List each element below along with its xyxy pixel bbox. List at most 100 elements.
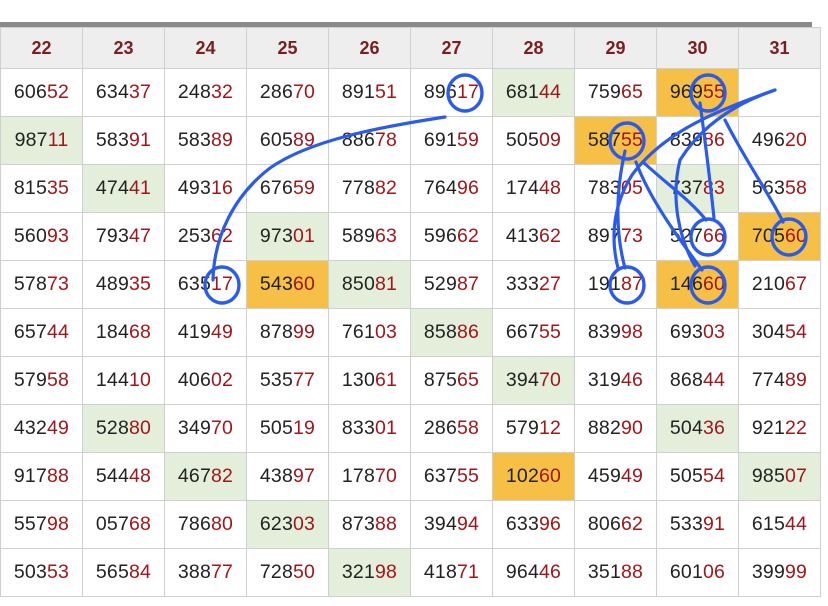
result-cell: 68144: [492, 68, 575, 117]
number-lead-digits: 304: [751, 321, 786, 343]
result-cell: 78305: [574, 164, 657, 213]
result-cell: 60106: [656, 548, 739, 597]
number-last-two-digits: 71: [457, 561, 480, 583]
number-lead-digits: 681: [505, 81, 540, 103]
number-lead-digits: 691: [423, 129, 458, 151]
number-lead-digits: 705: [751, 225, 786, 247]
number-last-two-digits: 98: [375, 561, 398, 583]
table-row: 65744 18468 41949 87899 76103 85886 66755 83998…: [0, 308, 821, 357]
number-lead-digits: 987: [14, 129, 48, 151]
result-cell: 54448: [82, 452, 165, 501]
number-last-two-digits: 47: [129, 225, 152, 247]
result-cell: 41871: [410, 548, 493, 597]
number-last-two-digits: 35: [129, 273, 152, 295]
number-last-two-digits: 12: [539, 417, 562, 439]
number-last-two-digits: 77: [211, 561, 234, 583]
number-lead-digits: 615: [751, 513, 786, 535]
number-last-two-digits: 81: [375, 273, 398, 295]
result-cell: 18468: [82, 308, 165, 357]
result-cell: 83986: [656, 116, 739, 165]
number-lead-digits: 833: [341, 417, 376, 439]
number-last-two-digits: 84: [129, 561, 152, 583]
result-cell: 87899: [246, 308, 329, 357]
number-last-two-digits: 90: [621, 417, 644, 439]
number-lead-digits: 174: [505, 177, 540, 199]
number-lead-digits: 527: [669, 225, 704, 247]
number-last-two-digits: 70: [375, 465, 398, 487]
number-last-two-digits: 48: [129, 465, 152, 487]
column-header-31: 31: [738, 27, 821, 69]
number-lead-digits: 635: [177, 273, 212, 295]
number-last-two-digits: 91: [703, 513, 726, 535]
number-lead-digits: 394: [423, 513, 458, 535]
number-last-two-digits: 94: [457, 513, 480, 535]
number-last-two-digits: 09: [539, 129, 562, 151]
number-lead-digits: 557: [13, 513, 48, 535]
result-cell: 85081: [328, 260, 411, 309]
table-row: 60652 63437 24832 28670 89151 89617 68144 75965…: [0, 68, 821, 117]
result-cell: 61544: [738, 500, 821, 549]
result-cell: 72850: [246, 548, 329, 597]
header-row: 22 23 24 25 26 27 28 29 30 31: [0, 27, 821, 69]
lottery-results-table: 22 23 24 25 26 27 28 29 30 31 60652 63437 24832 2867…: [0, 27, 821, 597]
number-lead-digits: 858: [423, 321, 458, 343]
number-last-two-digits: 68: [129, 321, 152, 343]
number-lead-digits: 964: [505, 561, 540, 583]
number-lead-digits: 873: [341, 513, 376, 535]
result-cell: 53577: [246, 356, 329, 405]
column-header-24: 24: [164, 27, 247, 69]
number-lead-digits: 351: [587, 561, 622, 583]
number-last-two-digits: 82: [211, 465, 234, 487]
number-lead-digits: 601: [669, 561, 704, 583]
number-lead-digits: 321: [341, 561, 376, 583]
number-lead-digits: 438: [259, 465, 294, 487]
result-cell: [738, 68, 821, 117]
number-last-two-digits: 65: [457, 369, 480, 391]
table-row: 57873 48935 63517 54360 85081 52987 33327 19187…: [0, 260, 821, 309]
result-cell: 85886: [410, 308, 493, 357]
result-cell: 58389: [164, 116, 247, 165]
number-last-two-digits: 44: [703, 369, 726, 391]
number-last-two-digits: 88: [621, 561, 644, 583]
column-header-26: 26: [328, 27, 411, 69]
number-lead-digits: 489: [95, 273, 130, 295]
number-last-two-digits: 93: [47, 225, 70, 247]
result-cell: 54360: [246, 260, 329, 309]
number-last-two-digits: 46: [539, 561, 562, 583]
number-last-two-digits: 99: [785, 561, 808, 583]
result-cell: 78680: [164, 500, 247, 549]
number-last-two-digits: 80: [211, 513, 234, 535]
number-lead-digits: 774: [751, 369, 786, 391]
result-cell: 57873: [0, 260, 83, 309]
number-lead-digits: 563: [751, 177, 786, 199]
result-cell: 63437: [82, 68, 165, 117]
number-last-two-digits: 63: [375, 225, 398, 247]
number-last-two-digits: 86: [457, 321, 480, 343]
number-lead-digits: 533: [669, 513, 704, 535]
result-cell: 98507: [738, 452, 821, 501]
number-lead-digits: 667: [505, 321, 540, 343]
number-lead-digits: 783: [587, 177, 622, 199]
number-lead-digits: 875: [423, 369, 458, 391]
result-cell: 13061: [328, 356, 411, 405]
number-lead-digits: 589: [341, 225, 376, 247]
number-lead-digits: 191: [587, 273, 622, 295]
number-lead-digits: 623: [259, 513, 294, 535]
number-lead-digits: 543: [259, 273, 294, 295]
result-cell: 19187: [574, 260, 657, 309]
number-last-two-digits: 88: [375, 513, 398, 535]
number-last-two-digits: 80: [129, 417, 152, 439]
number-lead-digits: 459: [587, 465, 622, 487]
number-last-two-digits: 60: [539, 465, 562, 487]
number-lead-digits: 413: [505, 225, 540, 247]
number-last-two-digits: 89: [293, 129, 316, 151]
number-lead-digits: 969: [669, 81, 704, 103]
table-row: 55798 05768 78680 62303 87388 39494 63396 80662…: [0, 500, 821, 549]
number-last-two-digits: 03: [375, 321, 398, 343]
result-cell: 70560: [738, 212, 821, 261]
table-row: 43249 52880 34970 50519 83301 28658 57912 88290…: [0, 404, 821, 453]
number-last-two-digits: 73: [47, 273, 70, 295]
number-lead-digits: 394: [505, 369, 540, 391]
number-lead-digits: 759: [587, 81, 622, 103]
number-last-two-digits: 98: [621, 321, 644, 343]
